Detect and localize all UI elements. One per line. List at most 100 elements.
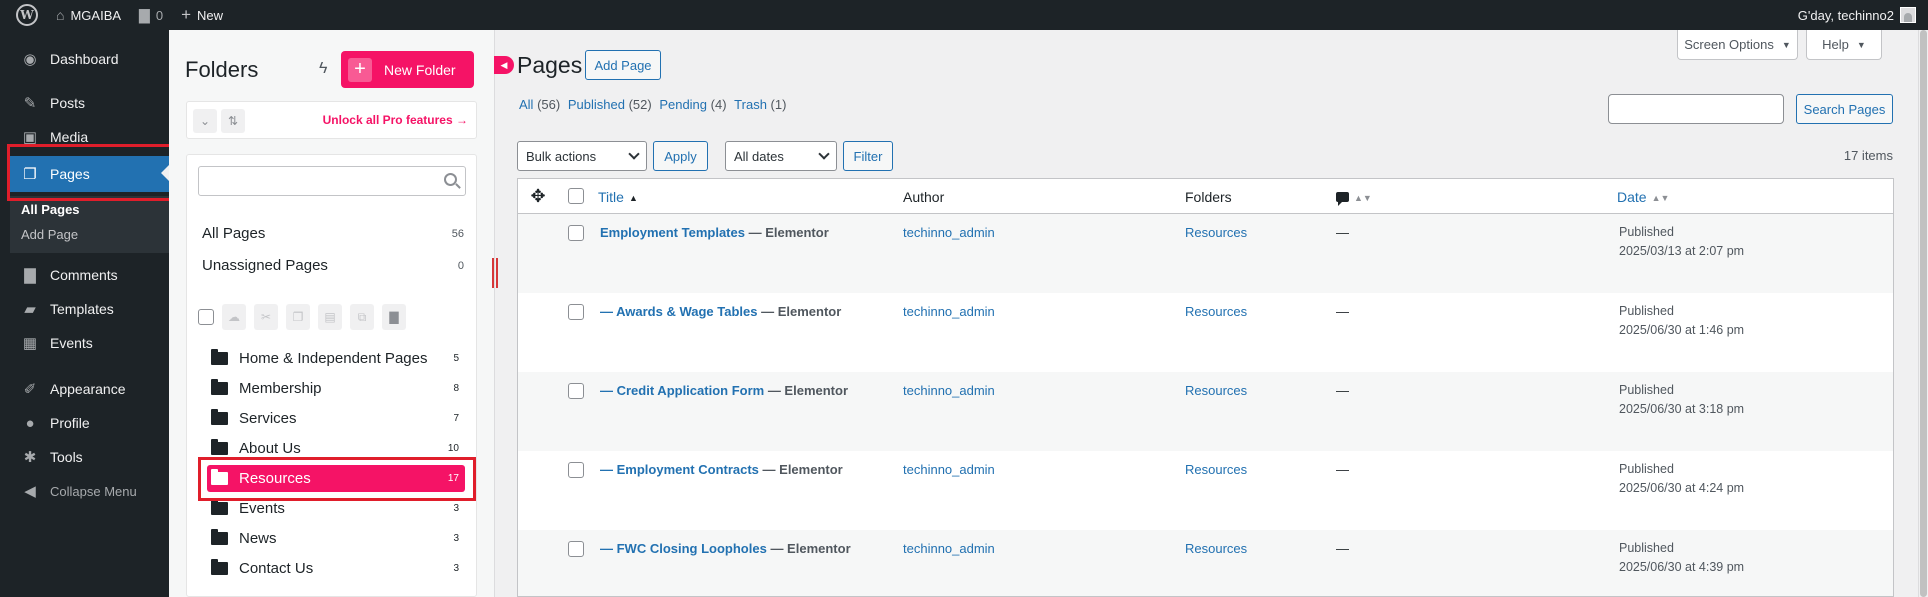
- folder-count: 8: [453, 383, 459, 394]
- chevron-down-icon[interactable]: ⌄: [193, 109, 217, 133]
- comment-bubble-icon: ▇: [139, 6, 150, 23]
- row-checkbox[interactable]: [568, 383, 584, 399]
- cloud-icon[interactable]: ☁: [222, 304, 246, 330]
- submenu-add-page[interactable]: Add Page: [10, 222, 169, 247]
- folder-link[interactable]: Resources: [1185, 304, 1247, 319]
- collapse-icon: ◀: [24, 483, 36, 500]
- comments-link[interactable]: ▇ 0: [130, 0, 172, 30]
- menu-posts[interactable]: ✎ Posts: [10, 86, 169, 120]
- duplicate-icon[interactable]: ⧉: [350, 304, 374, 330]
- folder-link[interactable]: Resources: [1185, 383, 1247, 398]
- menu-comments[interactable]: ▇ Comments: [10, 258, 169, 292]
- filter-trash[interactable]: Trash (1): [734, 97, 786, 112]
- folder-search-input[interactable]: [198, 166, 466, 196]
- screen-options-tab[interactable]: Screen Options ▼: [1677, 30, 1798, 60]
- folder-item[interactable]: News 3: [207, 525, 465, 552]
- filter-published[interactable]: Published (52): [568, 97, 652, 112]
- folder-item[interactable]: Contact Us 3: [207, 555, 465, 582]
- row-checkbox[interactable]: [568, 462, 584, 478]
- move-icon[interactable]: ✥: [528, 186, 548, 206]
- unassigned-pages-item[interactable]: Unassigned Pages 0: [202, 257, 464, 274]
- comments-column-header[interactable]: ▲▼: [1336, 189, 1372, 206]
- new-folder-button[interactable]: + New Folder: [341, 51, 474, 88]
- my-account-link[interactable]: G'day, techinno2: [1798, 7, 1928, 23]
- copy-icon[interactable]: ❐: [286, 304, 310, 330]
- author-link[interactable]: techinno_admin: [903, 304, 995, 319]
- row-title: — Credit Application Form — Elementor: [600, 383, 848, 398]
- bolt-icon[interactable]: ϟ: [319, 60, 327, 78]
- apply-button[interactable]: Apply: [653, 141, 708, 171]
- page-title-link[interactable]: — Awards & Wage Tables: [600, 304, 758, 319]
- author-link[interactable]: techinno_admin: [903, 383, 995, 398]
- row-comments: —: [1336, 383, 1349, 398]
- page-title-link[interactable]: — Credit Application Form: [600, 383, 764, 398]
- collapse-menu-button[interactable]: ◀ Collapse Menu: [10, 474, 169, 508]
- paste-icon[interactable]: ▤: [318, 304, 342, 330]
- folder-link[interactable]: Resources: [1185, 225, 1247, 240]
- author-link[interactable]: techinno_admin: [903, 462, 995, 477]
- menu-tools-label: Tools: [50, 449, 83, 465]
- menu-dashboard[interactable]: ◉ Dashboard: [10, 42, 169, 76]
- row-date-value: 2025/06/30 at 1:46 pm: [1619, 323, 1745, 337]
- all-pages-item[interactable]: All Pages 56: [202, 225, 464, 242]
- page-title-link[interactable]: Employment Templates: [600, 225, 745, 240]
- admin-menu: ◉ Dashboard ✎ Posts ▣ Media ❐ Pages All …: [10, 30, 169, 597]
- search-input[interactable]: [1608, 94, 1784, 124]
- bulk-actions-value: Bulk actions: [526, 148, 597, 164]
- page-scrollbar[interactable]: [1918, 30, 1928, 597]
- search-pages-button[interactable]: Search Pages: [1796, 94, 1893, 124]
- title-column-header[interactable]: Title ▲: [598, 189, 638, 205]
- folder-label: Events: [239, 500, 285, 517]
- date-column-label[interactable]: Date: [1617, 189, 1647, 205]
- row-comments: —: [1336, 225, 1349, 240]
- row-checkbox[interactable]: [568, 225, 584, 241]
- help-tab[interactable]: Help ▼: [1806, 30, 1882, 60]
- date-column-header[interactable]: Date ▲▼: [1617, 189, 1669, 205]
- folder-icon: [211, 379, 228, 395]
- scrollbar-thumb[interactable]: [1920, 30, 1927, 597]
- page-title-link[interactable]: — FWC Closing Loopholes: [600, 541, 767, 556]
- row-checkbox[interactable]: [568, 541, 584, 557]
- site-name-link[interactable]: ⌂ MGAIBA: [47, 0, 130, 30]
- menu-events[interactable]: ▦ Events: [10, 326, 169, 360]
- menu-profile[interactable]: ● Profile: [10, 406, 169, 440]
- folder-search-field[interactable]: [199, 167, 439, 195]
- table-row: — FWC Closing Loopholes — Elementor tech…: [518, 530, 1893, 596]
- author-link[interactable]: techinno_admin: [903, 225, 995, 240]
- search-field[interactable]: [1609, 95, 1783, 123]
- page-state: — Elementor: [766, 541, 851, 556]
- calendar-icon: ▦: [22, 335, 38, 352]
- folder-label: Contact Us: [239, 560, 314, 577]
- bulk-actions-select[interactable]: Bulk actions: [517, 141, 647, 171]
- author-link[interactable]: techinno_admin: [903, 541, 995, 556]
- select-all-checkbox[interactable]: [568, 188, 584, 204]
- page-title-link[interactable]: — Employment Contracts: [600, 462, 759, 477]
- page-title: Pages: [517, 52, 583, 78]
- filter-all[interactable]: All (56): [519, 97, 560, 112]
- title-column-label[interactable]: Title: [598, 189, 624, 205]
- wp-logo-menu[interactable]: W: [0, 0, 47, 30]
- row-date: Published 2025/06/30 at 4:39 pm: [1619, 539, 1744, 577]
- row-comments: —: [1336, 541, 1349, 556]
- trash-icon[interactable]: ▇: [382, 304, 406, 330]
- folder-item[interactable]: Services 7: [207, 405, 465, 432]
- select-all-folders-checkbox[interactable]: [198, 309, 214, 325]
- menu-appearance[interactable]: ✐ Appearance: [10, 372, 169, 406]
- dates-filter-select[interactable]: All dates: [725, 141, 837, 171]
- folder-item[interactable]: Membership 8: [207, 375, 465, 402]
- row-comments: —: [1336, 304, 1349, 319]
- folder-link[interactable]: Resources: [1185, 462, 1247, 477]
- comments-count: 0: [155, 7, 164, 23]
- sort-icon[interactable]: ⇅: [221, 109, 245, 133]
- row-checkbox[interactable]: [568, 304, 584, 320]
- new-content-link[interactable]: + New: [172, 0, 232, 30]
- folder-link[interactable]: Resources: [1185, 541, 1247, 556]
- menu-templates[interactable]: ▰ Templates: [10, 292, 169, 326]
- unlock-pro-link[interactable]: Unlock all Pro features →: [323, 113, 468, 127]
- filter-pending[interactable]: Pending (4): [659, 97, 726, 112]
- cut-icon[interactable]: ✂: [254, 304, 278, 330]
- filter-button[interactable]: Filter: [843, 141, 893, 171]
- add-page-button[interactable]: Add Page: [585, 50, 661, 80]
- folder-item[interactable]: Home & Independent Pages 5: [207, 345, 465, 372]
- menu-tools[interactable]: ✱ Tools: [10, 440, 169, 474]
